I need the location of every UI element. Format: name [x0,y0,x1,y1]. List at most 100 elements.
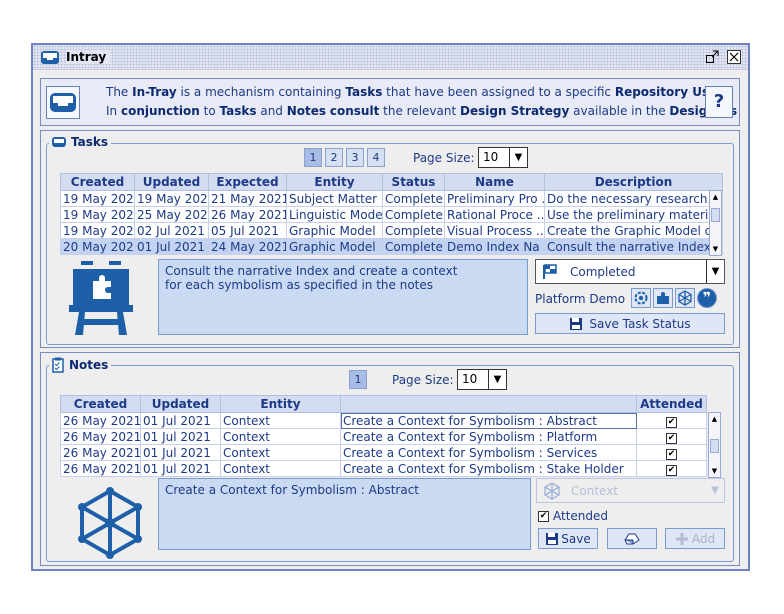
task-cell[interactable]: Use the preliminary materi... [544,206,723,223]
scroll-thumb[interactable] [711,208,720,222]
network-cube-icon[interactable] [675,288,695,308]
note-cell[interactable]: Create a Context for Symbolism : Stake H… [340,460,637,477]
task-cell[interactable]: 21 May 2021 [208,190,287,207]
note-cell[interactable]: 26 May 2021 [60,412,141,429]
note-cell[interactable]: 01 Jul 2021 [140,444,221,461]
attended-checkbox[interactable]: ✔ [666,417,677,428]
tasks-page-2-button[interactable]: 2 [325,148,343,167]
add-note-button[interactable]: Add [665,528,725,549]
tasks-column-header[interactable]: Expected [208,173,287,191]
task-cell[interactable]: Rational Proce ... [444,206,545,223]
note-cell[interactable]: 26 May 2021 [60,428,141,445]
attended-checkbox[interactable]: ✔ [666,433,677,444]
task-cell[interactable]: 19 May 2021 [60,206,135,223]
task-cell[interactable]: 24 May 2021 [208,238,287,255]
task-cell[interactable]: 26 May 2021 [208,206,287,223]
task-cell[interactable]: Subject Matter [286,190,383,207]
note-cell[interactable]: Context [220,460,341,477]
notes-column-header[interactable]: Entity [220,395,341,413]
attended-checkbox[interactable]: ✔ [538,510,549,522]
task-cell[interactable]: Do the necessary research... [544,190,723,207]
attended-checkbox[interactable]: ✔ [666,465,677,476]
tasks-page-size-select[interactable]: 10 ▼ [478,147,528,168]
tasks-column-header[interactable]: Updated [134,173,209,191]
attended-checkbox[interactable]: ✔ [666,449,677,460]
task-detail-text[interactable]: Consult the narrative Index and create a… [158,259,528,335]
task-cell[interactable]: Create the Graphic Model c... [544,222,723,239]
tasks-scrollbar[interactable]: ▲ ▼ [709,190,722,256]
task-cell[interactable]: 02 Jul 2021 [134,222,209,239]
tasks-column-header[interactable]: Name [444,173,545,191]
task-cell[interactable]: 19 May 2021 [60,190,135,207]
task-cell[interactable]: Consult the narrative Index ... [544,238,723,255]
scroll-down-icon[interactable]: ▼ [709,465,720,477]
tasks-column-header[interactable]: Status [382,173,445,191]
attended-cell[interactable]: ✔ [636,460,707,477]
attended-cell[interactable]: ✔ [636,412,707,429]
scroll-down-icon[interactable]: ▼ [710,243,721,255]
erase-note-button[interactable] [607,528,657,549]
task-cell[interactable]: Complete [382,238,445,255]
task-cell[interactable]: Linguistic Model [286,206,383,223]
note-cell[interactable]: Context [220,444,341,461]
tasks-column-header[interactable]: Description [544,173,723,191]
task-cell[interactable]: 05 Jul 2021 [208,222,287,239]
scroll-up-icon[interactable]: ▲ [710,191,721,203]
note-cell[interactable]: Context [220,412,341,429]
save-task-status-button[interactable]: Save Task Status [535,313,725,334]
notes-column-header[interactable]: Updated [140,395,221,413]
close-icon[interactable] [727,50,741,64]
task-cell[interactable]: Complete [382,190,445,207]
note-cell[interactable]: Create a Context for Symbolism : Abstrac… [340,412,637,429]
note-cell[interactable]: 01 Jul 2021 [140,460,221,477]
task-cell[interactable]: 19 May 2021 [60,222,135,239]
notes-scrollbar[interactable]: ▲ ▼ [708,412,721,478]
notes-page-1-button[interactable]: 1 [349,370,367,389]
task-status-select[interactable]: Completed ▼ [535,259,725,284]
task-cell[interactable]: Complete [382,206,445,223]
gear-atom-icon[interactable] [631,288,651,308]
note-row[interactable]: 26 May 2021 01 Jul 2021 Context Create a Co… [60,428,707,445]
note-entity-select[interactable]: Context ▼ [536,478,725,503]
title-bar[interactable]: Intray [33,45,748,70]
note-cell[interactable]: Create a Context for Symbolism : Service… [340,444,637,461]
task-cell[interactable]: 01 Jul 2021 [134,238,209,255]
task-row[interactable]: 19 May 2021 19 May 2021 21 May 2021 Subject… [60,190,723,207]
task-row[interactable]: 20 May 2021 01 Jul 2021 24 May 2021 Graphic… [60,238,723,255]
note-row[interactable]: 26 May 2021 01 Jul 2021 Context Create a Co… [60,460,707,477]
task-row[interactable]: 19 May 2021 25 May 2021 26 May 2021 Linguis… [60,206,723,223]
attended-checkbox-row[interactable]: ✔ Attended [538,509,608,523]
task-cell[interactable]: 25 May 2021 [134,206,209,223]
notes-page-size-select[interactable]: 10 ▼ [457,369,507,390]
attended-cell[interactable]: ✔ [636,444,707,461]
task-cell[interactable]: Demo Index Na ... [444,238,545,255]
tasks-column-header[interactable]: Created [60,173,135,191]
notes-column-header[interactable]: Attended [636,395,707,413]
help-button[interactable]: ? [705,86,733,118]
puzzle-icon[interactable] [653,288,673,308]
task-cell[interactable]: Visual Process ... [444,222,545,239]
tasks-page-3-button[interactable]: 3 [346,148,364,167]
scroll-up-icon[interactable]: ▲ [709,413,720,425]
task-cell[interactable]: Graphic Model [286,222,383,239]
note-cell[interactable]: 26 May 2021 [60,460,141,477]
note-row[interactable]: 26 May 2021 01 Jul 2021 Context Create a Co… [60,444,707,461]
task-row[interactable]: 19 May 2021 02 Jul 2021 05 Jul 2021 Graphic… [60,222,723,239]
task-cell[interactable]: Preliminary Pro ... [444,190,545,207]
quote-icon[interactable]: ❞ [697,288,717,308]
task-cell[interactable]: 20 May 2021 [60,238,135,255]
note-cell[interactable]: 26 May 2021 [60,444,141,461]
note-cell[interactable]: 01 Jul 2021 [140,428,221,445]
note-cell[interactable]: 01 Jul 2021 [140,412,221,429]
note-cell[interactable]: Create a Context for Symbolism : Platfor… [340,428,637,445]
task-cell[interactable]: Complete [382,222,445,239]
note-cell[interactable]: Context [220,428,341,445]
notes-column-header[interactable] [340,395,637,413]
task-cell[interactable]: Graphic Model [286,238,383,255]
note-row[interactable]: 26 May 2021 01 Jul 2021 Context Create a Co… [60,412,707,429]
note-detail-text[interactable]: Create a Context for Symbolism : Abstrac… [158,478,531,550]
tasks-page-4-button[interactable]: 4 [367,148,385,167]
notes-column-header[interactable]: Created [60,395,141,413]
scroll-thumb[interactable] [710,439,719,453]
attended-cell[interactable]: ✔ [636,428,707,445]
